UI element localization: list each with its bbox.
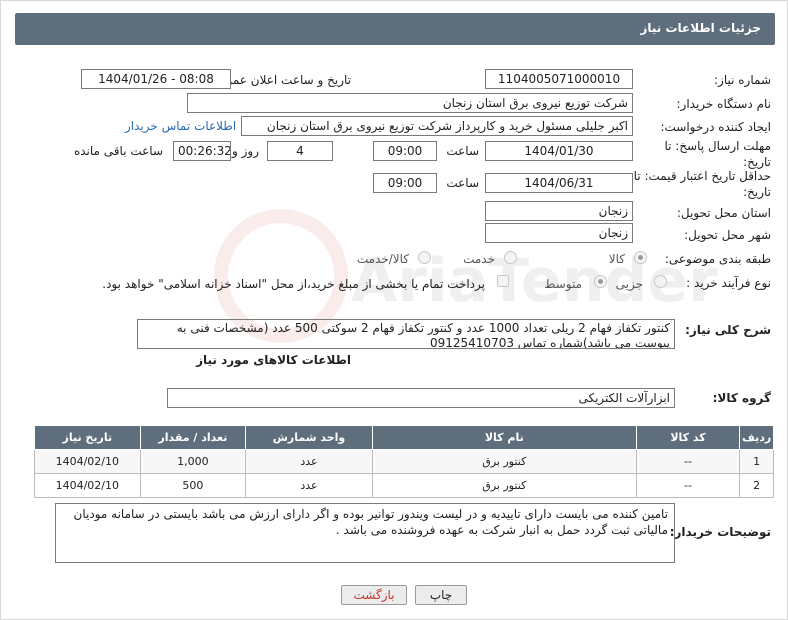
category-radio-service[interactable] bbox=[504, 251, 517, 264]
purchase-option-medium: متوسط bbox=[544, 277, 582, 291]
page-title: جزئیات اطلاعات نیاز bbox=[640, 21, 761, 35]
cell-code: -- bbox=[635, 449, 741, 474]
description-label: شرح کلی نیاز: bbox=[685, 323, 771, 337]
page-header: جزئیات اطلاعات نیاز bbox=[15, 13, 775, 45]
cell-unit: عدد bbox=[245, 449, 373, 474]
cell-name: کنتور برق bbox=[371, 473, 637, 498]
deadline-label: مهلت ارسال پاسخ: تا تاریخ: bbox=[664, 139, 771, 169]
city-field: زنجان bbox=[485, 223, 633, 243]
col-row: ردیف bbox=[739, 425, 774, 450]
col-name: نام کالا bbox=[371, 425, 637, 450]
validity-time-label: ساعت bbox=[446, 176, 479, 190]
days-label: روز و bbox=[232, 144, 259, 158]
deadline-time-label: ساعت bbox=[446, 144, 479, 158]
requester-label: ایجاد کننده درخواست: bbox=[660, 120, 771, 134]
announce-datetime-field: 1404/01/26 - 08:08 bbox=[81, 69, 231, 89]
print-button[interactable]: چاپ bbox=[415, 585, 467, 605]
category-radio-goods-service[interactable] bbox=[418, 251, 431, 264]
goods-info-title: اطلاعات کالاهای مورد نیاز bbox=[196, 353, 351, 367]
category-radio-goods[interactable] bbox=[634, 251, 647, 264]
deadline-time-field: 09:00 bbox=[373, 141, 437, 161]
goods-group-field: ابزارآلات الکتریکی bbox=[167, 388, 675, 408]
buyer-notes-label: توضیحات خریدار: bbox=[669, 525, 771, 539]
table-row: 2 -- کنتور برق عدد 500 1404/02/10 bbox=[34, 473, 774, 498]
cell-name: کنتور برق bbox=[371, 449, 637, 474]
cell-need-date: 1404/02/10 bbox=[34, 449, 141, 474]
cell-quantity: 1,000 bbox=[139, 449, 247, 474]
purchase-radio-minor[interactable] bbox=[654, 275, 667, 288]
province-field: زنجان bbox=[485, 201, 633, 221]
province-label: استان محل تحویل: bbox=[676, 206, 771, 220]
col-code: کد کالا bbox=[635, 425, 741, 450]
purchase-radio-medium[interactable] bbox=[594, 275, 607, 288]
treasury-checkbox[interactable] bbox=[497, 275, 509, 287]
deadline-date-field: 1404/01/30 bbox=[485, 141, 633, 161]
col-unit: واحد شمارش bbox=[245, 425, 373, 450]
remaining-time-label: ساعت باقی مانده bbox=[73, 144, 163, 158]
cell-unit: عدد bbox=[245, 473, 373, 498]
buyer-contact-link[interactable]: اطلاعات تماس خریدار bbox=[125, 119, 236, 133]
buyer-org-field: شرکت توزیع نیروی برق استان زنجان bbox=[187, 93, 633, 113]
cell-quantity: 500 bbox=[139, 473, 247, 498]
category-option-goods: کالا bbox=[608, 252, 625, 266]
cell-row: 2 bbox=[739, 473, 774, 498]
purchase-type-label: نوع فرآیند خرید : bbox=[686, 276, 771, 290]
remaining-time-field: 00:26:32 bbox=[173, 141, 231, 161]
buyer-notes-field: تامین کننده می بایست دارای تاییدیه و در … bbox=[55, 503, 675, 563]
validity-time-field: 09:00 bbox=[373, 173, 437, 193]
col-need-date: تاریخ نیاز bbox=[34, 425, 141, 450]
category-label: طبقه بندی موضوعی: bbox=[664, 252, 771, 266]
requester-field: اکبر جلیلی مسئول خرید و کارپرداز شرکت تو… bbox=[241, 116, 633, 136]
category-option-goods-service: کالا/خدمت bbox=[356, 252, 409, 266]
page-frame: AriaTender جزئیات اطلاعات نیاز شماره نیا… bbox=[0, 0, 788, 620]
purchase-option-minor: جزیی bbox=[615, 277, 643, 291]
purchase-note: پرداخت تمام یا بخشی از مبلغ خرید،از محل … bbox=[102, 277, 485, 291]
description-field: کنتور تکفاز فهام 2 ریلی تعداد 1000 عدد و… bbox=[137, 319, 675, 349]
table-row: 1 -- کنتور برق عدد 1,000 1404/02/10 bbox=[34, 449, 774, 474]
need-number-field: 1104005071000010 bbox=[485, 69, 633, 89]
table-header-row: ردیف کد کالا نام کالا واحد شمارش تعداد /… bbox=[34, 425, 774, 450]
cell-need-date: 1404/02/10 bbox=[34, 473, 141, 498]
back-button[interactable]: بازگشت bbox=[341, 585, 407, 605]
cell-row: 1 bbox=[739, 449, 774, 474]
validity-date-field: 1404/06/31 bbox=[485, 173, 633, 193]
category-option-service: خدمت bbox=[463, 252, 495, 266]
city-label: شهر محل تحویل: bbox=[684, 228, 771, 242]
days-remaining-field: 4 bbox=[267, 141, 333, 161]
goods-table: ردیف کد کالا نام کالا واحد شمارش تعداد /… bbox=[34, 425, 774, 498]
goods-group-label: گروه کالا: bbox=[712, 391, 771, 405]
cell-code: -- bbox=[635, 473, 741, 498]
need-number-label: شماره نیاز: bbox=[714, 73, 771, 87]
buyer-org-label: نام دستگاه خریدار: bbox=[676, 97, 772, 111]
col-quantity: تعداد / مقدار bbox=[139, 425, 247, 450]
validity-label: حداقل تاریخ اعتبار قیمت: تا تاریخ: bbox=[633, 169, 771, 199]
